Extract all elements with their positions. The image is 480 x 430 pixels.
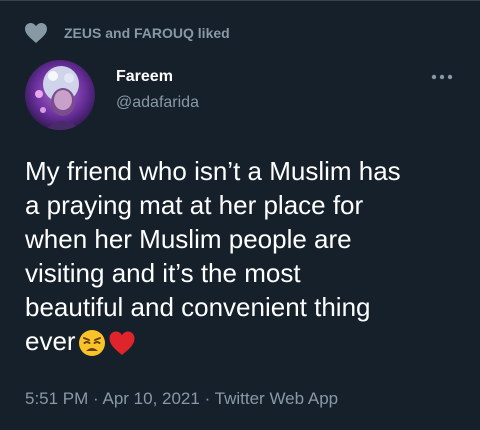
red-heart-emoji — [108, 329, 136, 357]
tweet-date[interactable]: Apr 10, 2021 — [102, 389, 199, 408]
more-options-icon[interactable] — [430, 68, 454, 86]
tweet-line: when her Muslim people are — [25, 224, 352, 254]
tweet-line: visiting and it’s the most — [25, 258, 301, 288]
tweet-source[interactable]: Twitter Web App — [215, 389, 338, 408]
tweet-text: My friend who isn’t a Muslim has a prayi… — [25, 154, 465, 358]
tweet-time[interactable]: 5:51 PM — [25, 389, 88, 408]
top-divider — [0, 0, 480, 1]
tweet-line: a praying mat at her place for — [25, 190, 364, 220]
tweet-line: beautiful and convenient thing — [25, 292, 371, 322]
author-name[interactable]: Fareem — [116, 66, 199, 88]
tweet-line-last: ever — [25, 324, 465, 358]
heart-icon — [24, 22, 50, 44]
social-context-text[interactable]: ZEUS and FAROUQ liked — [64, 25, 230, 41]
social-context: ZEUS and FAROUQ liked — [24, 22, 230, 44]
avatar[interactable] — [25, 60, 95, 130]
author-handle[interactable]: @adafarida — [116, 92, 199, 114]
tweet-meta: 5:51 PM · Apr 10, 2021 · Twitter Web App — [25, 389, 338, 409]
tweet-line: ever — [25, 326, 76, 356]
meta-separator: · — [199, 389, 215, 408]
tweet-line: My friend who isn’t a Muslim has — [25, 156, 401, 186]
meta-separator: · — [88, 389, 103, 408]
weary-face-emoji — [78, 329, 106, 357]
author: Fareem @adafarida — [116, 66, 199, 114]
